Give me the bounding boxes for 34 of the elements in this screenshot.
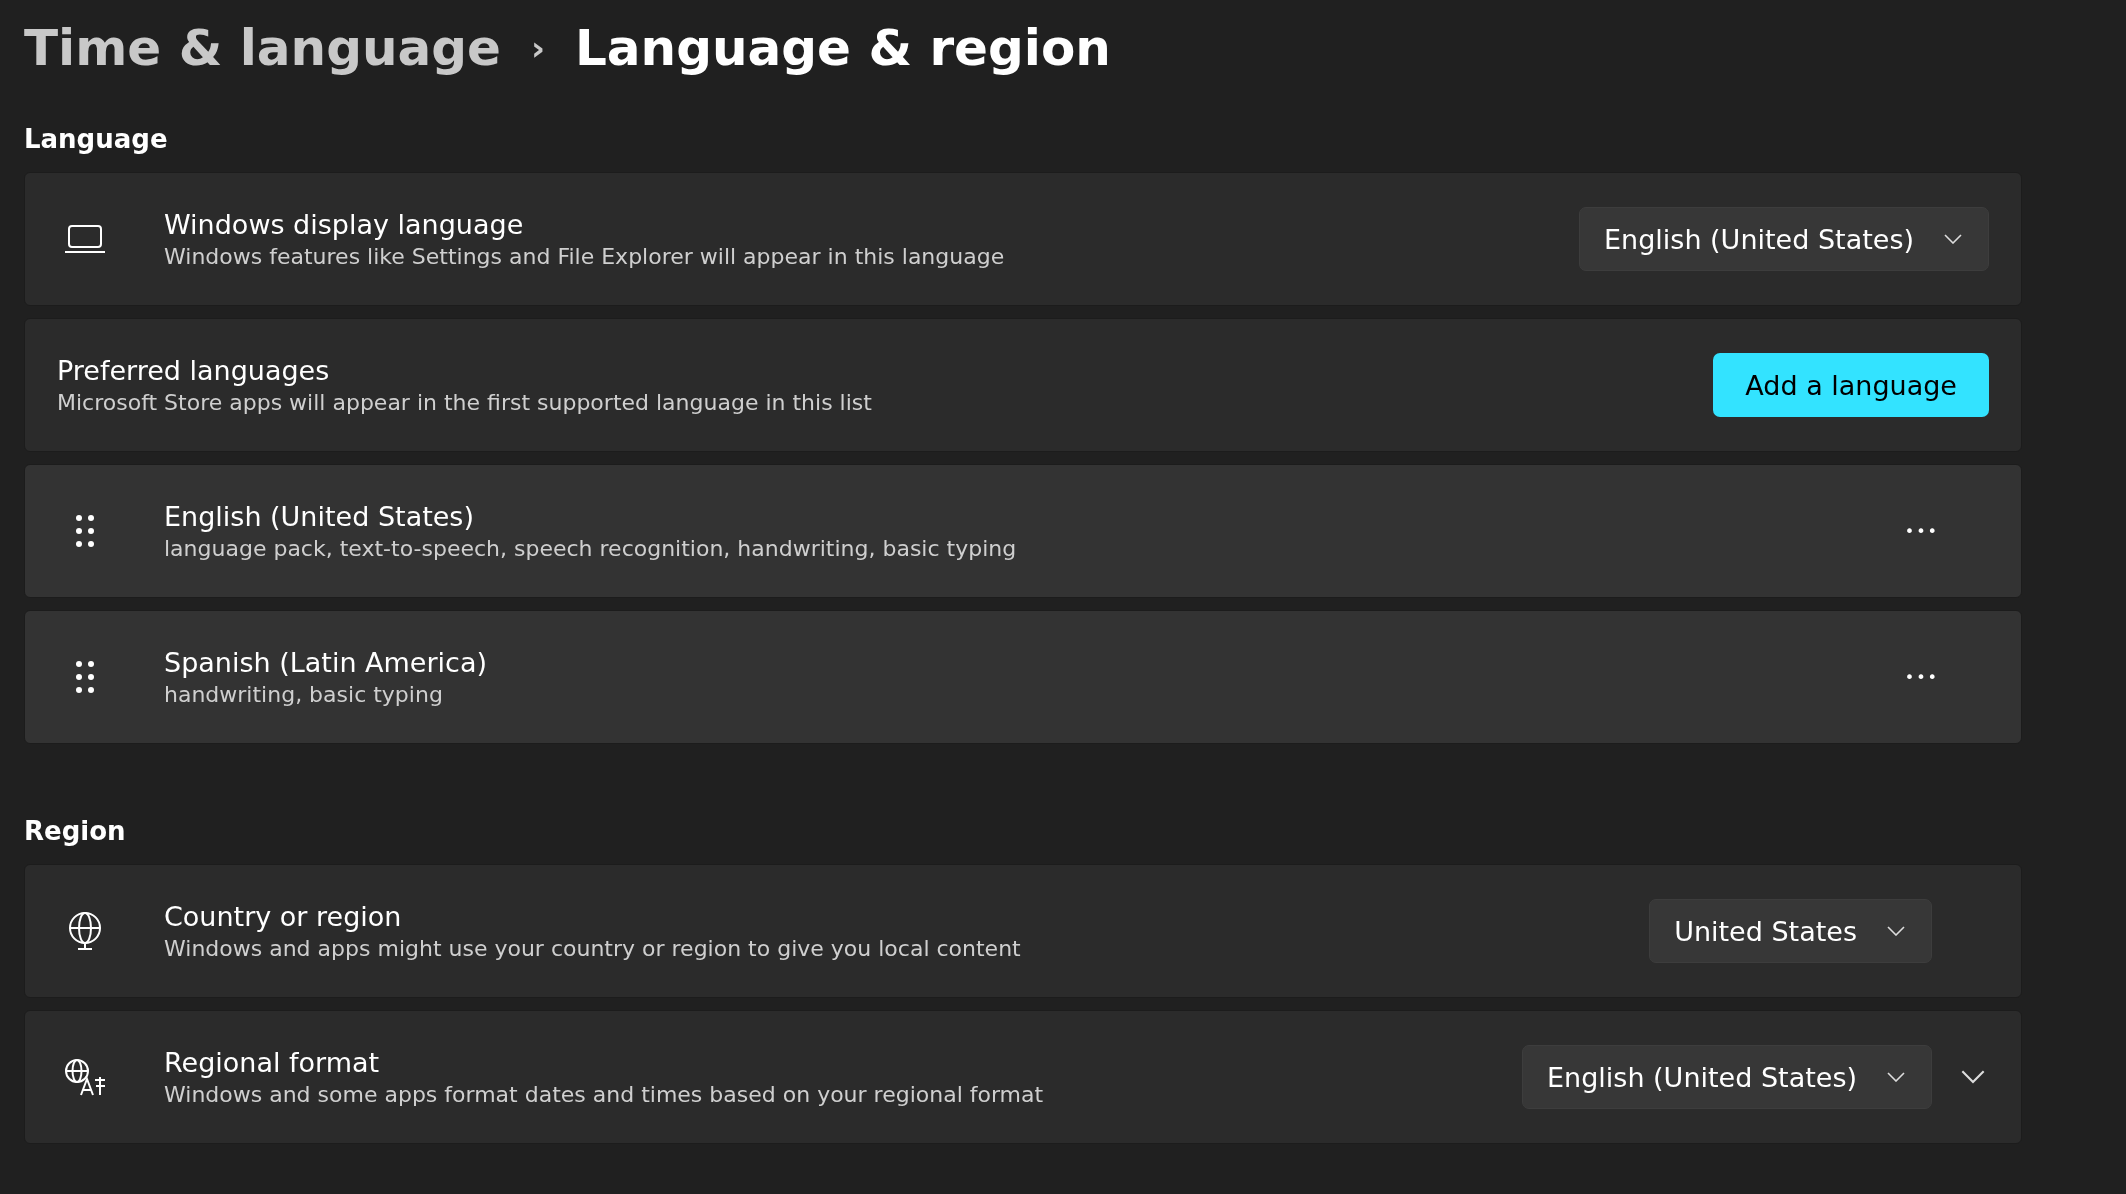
setting-title: Regional format	[164, 1047, 381, 1078]
setting-title: English (United States)	[164, 501, 475, 532]
dropdown[interactable]: English (United States)	[1522, 1045, 1932, 1109]
more-options-button[interactable]: •••	[1894, 515, 1949, 547]
setting-description: Microsoft Store apps will appear in the first supported language in this list	[57, 390, 873, 415]
setting-description: Windows features like Settings and File Explorer will appear in this language	[164, 244, 1006, 269]
setting-title: Windows display language	[164, 209, 525, 240]
more-options-button[interactable]: •••	[1894, 661, 1949, 693]
breadcrumb-link[interactable]: Time & language	[24, 19, 501, 77]
section-heading: Region	[24, 816, 127, 846]
dropdown[interactable]: English (United States)	[1579, 207, 1989, 271]
setting-description: Windows and some apps format dates and times based on your regional format	[164, 1082, 1045, 1107]
laptop-icon	[64, 224, 106, 254]
chevron-down-icon	[1887, 1072, 1905, 1082]
setting-title: Country or region	[164, 901, 403, 932]
setting-title: Preferred languages	[57, 355, 331, 386]
page-title: Language & region	[575, 19, 1111, 77]
setting-description: language pack, text-to-speech, speech recognition, handwriting, basic typing	[164, 536, 1018, 561]
setting-description: handwriting, basic typing	[164, 682, 444, 707]
chevron-down-icon	[1944, 234, 1962, 244]
globe-language-icon	[63, 1057, 107, 1097]
globe-icon	[66, 911, 104, 951]
language-row[interactable]: English (United States) language pack, text-to-speech, speech recognition, handwriting, basic typing •••	[24, 464, 2022, 598]
dropdown[interactable]: United States	[1649, 899, 1932, 963]
chevron-down-icon	[1887, 926, 1905, 936]
section-heading: Language	[24, 124, 169, 154]
drag-handle-icon[interactable]	[75, 660, 95, 694]
add-language-button[interactable]: Add a language	[1713, 353, 1989, 417]
drag-handle-icon[interactable]	[75, 514, 95, 548]
setting-title: Spanish (Latin America)	[164, 647, 488, 678]
chevron-down-icon	[1961, 1070, 1985, 1084]
language-row[interactable]: Spanish (Latin America) handwriting, basic typing •••	[24, 610, 2022, 744]
breadcrumb-separator: ›	[531, 28, 545, 68]
setting-description: Windows and apps might use your country or region to give you local content	[164, 936, 1022, 961]
